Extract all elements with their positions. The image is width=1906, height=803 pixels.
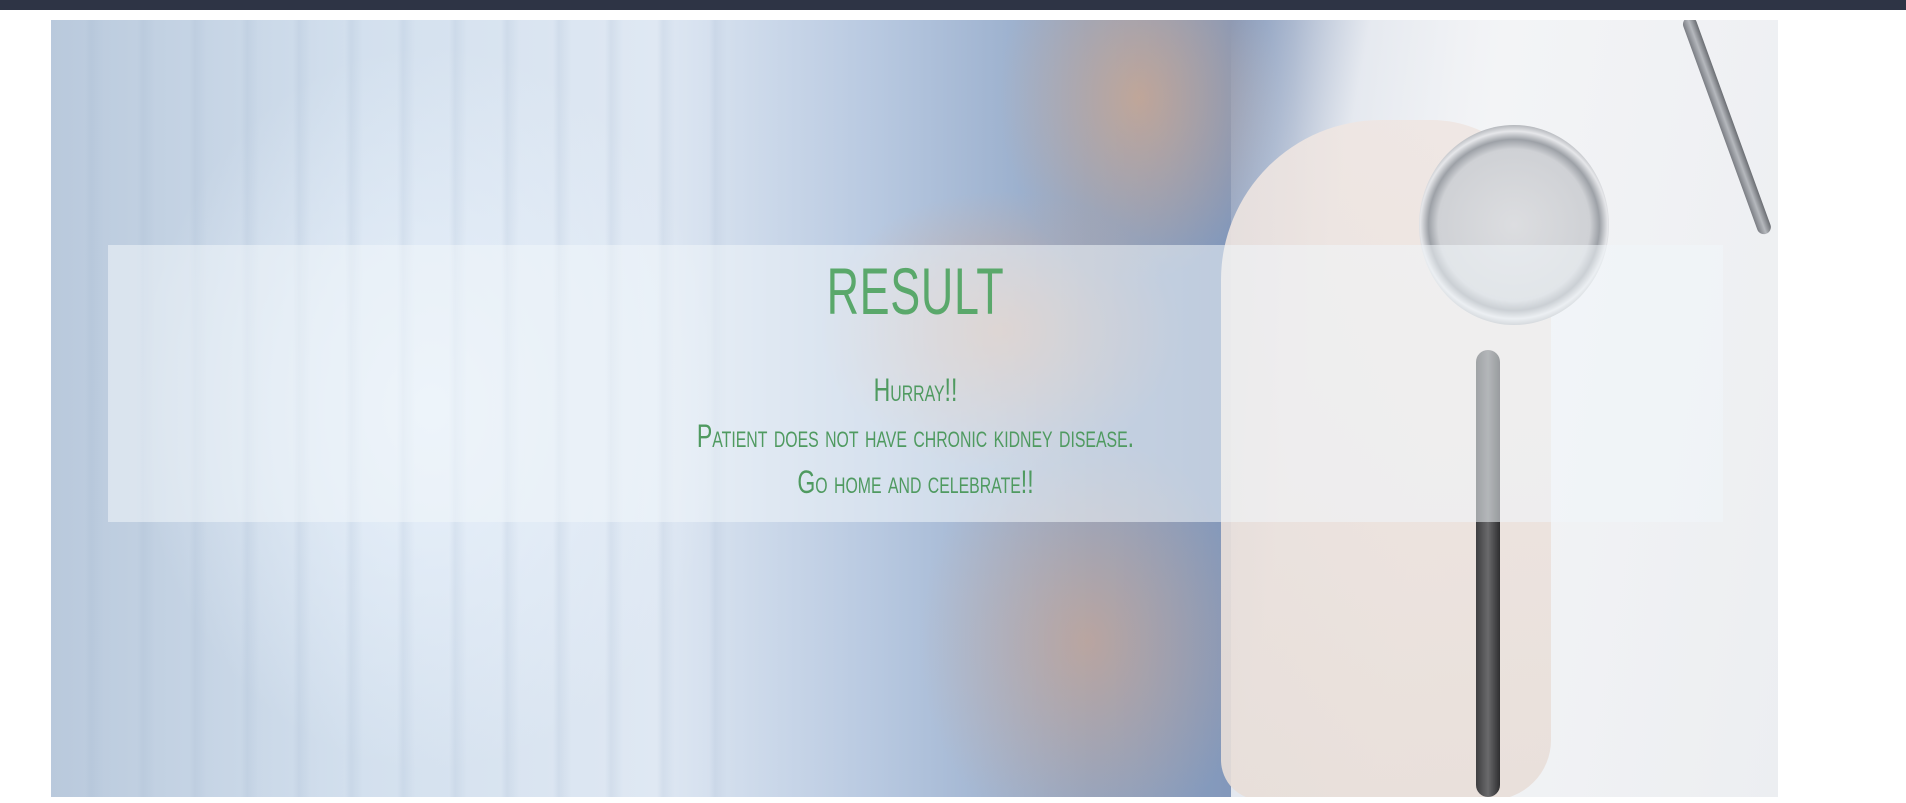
result-line-diagnosis: Patient does not have chronic kidney dis… (696, 418, 1135, 454)
result-line-advice: Go home and celebrate!! (797, 464, 1034, 500)
top-nav-bar (0, 0, 1906, 10)
hero-background-image: RESULT Hurray!! Patient does not have ch… (51, 20, 1778, 797)
result-heading: RESULT (826, 254, 1005, 328)
result-panel: RESULT Hurray!! Patient does not have ch… (108, 245, 1723, 522)
result-message: Hurray!! Patient does not have chronic k… (108, 367, 1723, 505)
result-line-greeting: Hurray!! (873, 372, 958, 408)
